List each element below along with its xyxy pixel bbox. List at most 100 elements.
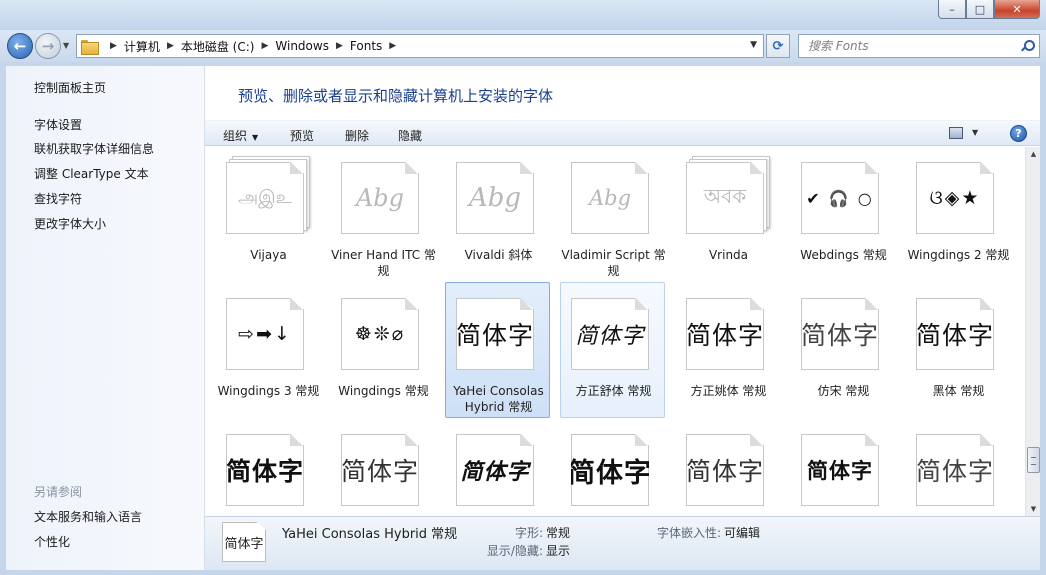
chevron-down-icon: ▼ [252,133,259,142]
font-file-icon: ⇨➡↓ [226,292,310,370]
font-file-icon: 简体字 [916,292,1000,370]
font-sample: ☸❊⌀ [354,323,406,345]
vertical-scrollbar[interactable]: ▲ ▼ [1025,147,1040,516]
adjust-cleartype-link[interactable]: 调整 ClearType 文本 [34,165,149,182]
font-tile-fangsong[interactable]: 简体字 仿宋 常规 [790,286,895,422]
font-tile-vijaya[interactable]: அஇஉ Vijaya [215,150,320,286]
breadcrumb-fonts[interactable]: Fonts [350,39,382,53]
font-name: YaHei Consolas Hybrid 常规 [453,384,544,414]
breadcrumb-local-disk[interactable]: 本地磁盘 (C:) [181,38,255,55]
font-tile-fangzheng-yaoti[interactable]: 简体字 方正姚体 常规 [675,286,780,422]
font-tile[interactable]: 简体字 [790,422,895,516]
recent-pages-dropdown-icon[interactable]: ▼ [63,41,69,50]
find-character-link[interactable]: 查找字符 [34,190,82,207]
hide-button[interactable]: 隐藏 [398,127,422,144]
address-bar[interactable]: ▶ 计算机 ▶ 本地磁盘 (C:) ▶ Windows ▶ Fonts ▶ ▼ [76,34,764,58]
font-tile-webdings[interactable]: ✔ 🎧 ○ Webdings 常规 [790,150,895,286]
font-tile-heiti[interactable]: 简体字 黑体 常规 [905,286,1010,422]
font-tile[interactable]: 简体字 [445,422,550,516]
font-file-icon: 简体字 [341,428,425,506]
scroll-up-button[interactable]: ▲ [1026,147,1041,161]
font-tile[interactable]: 简体字 [330,422,435,516]
forward-button[interactable]: → [35,33,61,59]
breadcrumb-chevron-icon[interactable]: ▶ [389,41,396,51]
font-tile-fangzheng-shuti[interactable]: 简体字 方正舒体 常规 [560,282,665,418]
font-tile[interactable]: 简体字 [215,422,320,516]
personalization-link[interactable]: 个性化 [34,533,70,550]
font-name: Webdings 常规 [800,248,887,262]
address-dropdown-icon[interactable]: ▼ [750,40,757,50]
visibility-value: 显示 [546,544,571,558]
refresh-button[interactable]: ⟳ [766,34,790,58]
font-sample: 简体字 [916,457,994,486]
font-sample: 简体字 [807,459,873,483]
font-sample: অবক [703,183,747,208]
font-tile[interactable]: 简体字 [905,422,1010,516]
breadcrumb-chevron-icon[interactable]: ▶ [167,41,174,51]
maximize-button[interactable]: □ [966,0,994,19]
font-tile-wingdings-3[interactable]: ⇨➡↓ Wingdings 3 常规 [215,286,320,422]
font-file-icon: 简体字 [801,292,885,370]
font-tile-vrinda[interactable]: অবক Vrinda [675,150,780,286]
font-settings-link[interactable]: 字体设置 [34,116,82,133]
details-pane: 简体字 YaHei Consolas Hybrid 常规 字形: 常规 显示/隐… [205,516,1040,570]
font-sample: ⇨➡↓ [238,323,292,345]
organize-button[interactable]: 组织 ▼ [223,127,258,144]
breadcrumb-computer[interactable]: 计算机 [124,38,160,55]
search-icon[interactable] [1021,40,1035,52]
font-file-icon: 简体字 [571,428,655,506]
font-sample: 简体字 [456,321,534,350]
font-name: Vrinda [708,248,749,262]
back-button[interactable]: ← [7,33,33,59]
font-name: 黑体 常规 [932,384,985,398]
title-bar: – □ ✕ [0,0,1046,30]
navigation-pane: 控制面板主页 字体设置 联机获取字体详细信息 调整 ClearType 文本 查… [6,66,205,570]
search-box[interactable] [798,34,1040,58]
font-file-icon: Abg [341,156,425,234]
get-font-info-online-link[interactable]: 联机获取字体详细信息 [34,140,154,157]
scroll-thumb[interactable] [1027,447,1040,473]
breadcrumb-chevron-icon[interactable]: ▶ [110,41,117,51]
font-file-icon: 简体字 [801,428,885,506]
breadcrumb-chevron-icon[interactable]: ▶ [336,41,343,51]
font-sample: 简体字 [341,457,419,486]
control-panel-home-link[interactable]: 控制面板主页 [34,79,106,96]
font-sample: Abg [355,184,405,212]
font-file-icon: ☸❊⌀ [341,292,425,370]
font-tile-yahei-consolas-hybrid[interactable]: 简体字 YaHei Consolas Hybrid 常规 [445,282,550,418]
view-options-chevron-icon[interactable]: ▼ [972,128,978,137]
scroll-down-button[interactable]: ▼ [1026,502,1041,516]
change-font-size-link[interactable]: 更改字体大小 [34,215,106,232]
change-view-icon[interactable] [949,127,963,139]
font-sample: 简体字 [571,457,649,489]
font-sample: 简体字 [916,321,994,350]
font-sample: 简体字 [575,324,645,349]
organize-label: 组织 [223,129,248,143]
font-tile-vivaldi[interactable]: Abg Vivaldi 斜体 [445,150,550,286]
page-title: 预览、删除或者显示和隐藏计算机上安装的字体 [238,87,554,105]
search-input[interactable] [808,39,1008,53]
minimize-button[interactable]: – [938,0,966,19]
font-tile[interactable]: 简体字 [675,422,780,516]
font-file-icon: Abg [456,156,540,234]
font-tile-wingdings[interactable]: ☸❊⌀ Wingdings 常规 [330,286,435,422]
breadcrumb-chevron-icon[interactable]: ▶ [261,41,268,51]
font-tile-viner-hand[interactable]: Abg Viner Hand ITC 常规 [330,150,436,286]
font-embeddability-value: 可编辑 [724,526,761,540]
preview-button[interactable]: 预览 [290,127,314,144]
delete-button[interactable]: 删除 [345,127,369,144]
font-name: Wingdings 3 常规 [217,384,320,398]
font-tile-vladimir-script[interactable]: Abg Vladimir Script 常规 [560,150,666,286]
text-services-link[interactable]: 文本服务和输入语言 [34,508,142,525]
font-sample: Abg [588,186,632,210]
help-icon[interactable]: ? [1010,125,1027,142]
selected-font-thumbnail: 简体字 [222,522,266,562]
close-button[interactable]: ✕ [994,0,1040,19]
font-tile[interactable]: 简体字 [560,422,665,516]
font-style-value: 常规 [546,526,571,540]
font-file-icon: அஇஉ [226,156,310,234]
font-tile-wingdings-2[interactable]: ଓ◈★ Wingdings 2 常规 [905,150,1010,286]
font-file-icon: অবক [686,156,770,234]
breadcrumb-windows[interactable]: Windows [275,39,329,53]
font-file-icon: ଓ◈★ [916,156,1000,234]
